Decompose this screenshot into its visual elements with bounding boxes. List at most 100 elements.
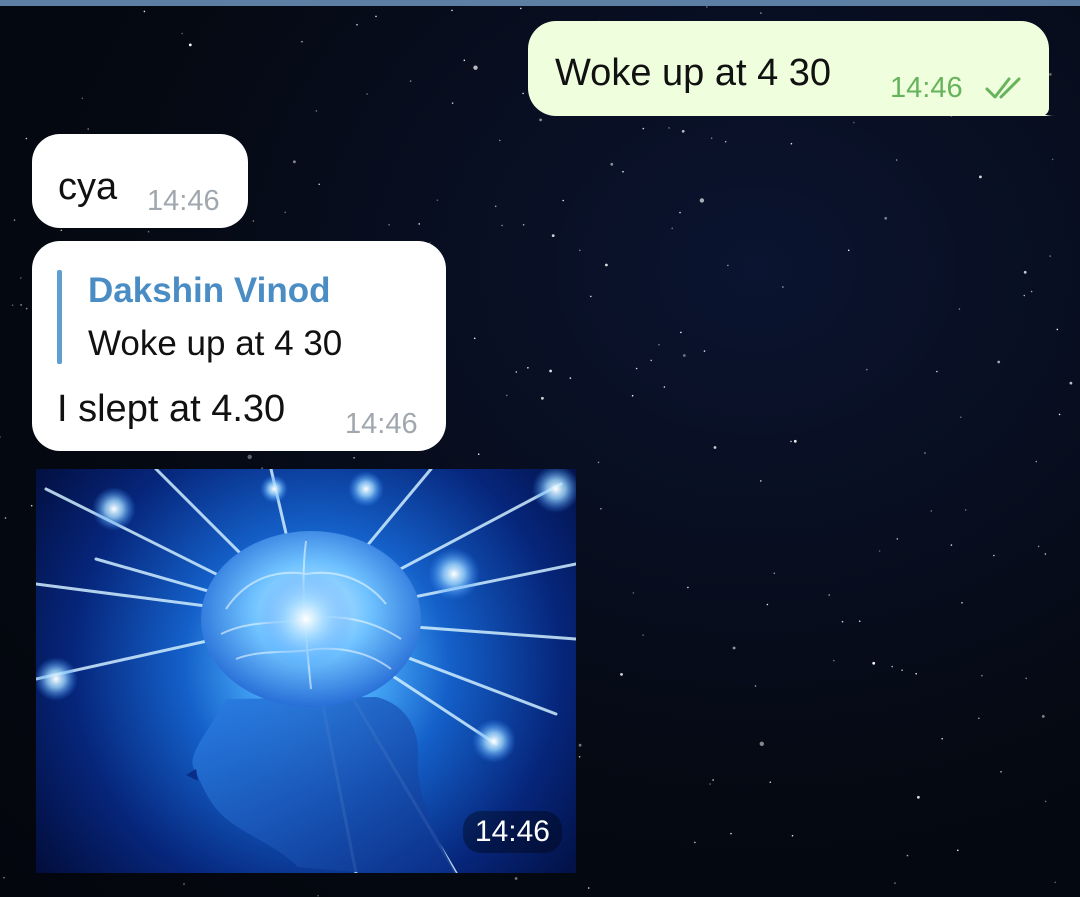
star bbox=[866, 368, 868, 371]
star bbox=[494, 205, 497, 208]
star bbox=[732, 646, 736, 650]
star bbox=[605, 263, 608, 267]
star bbox=[549, 369, 552, 373]
star bbox=[375, 15, 377, 18]
message-text: I slept at 4.30 bbox=[57, 388, 286, 430]
star bbox=[773, 572, 776, 575]
image-time: 14:46 bbox=[462, 811, 562, 853]
message-text: Woke up at 4 30 bbox=[555, 52, 832, 94]
star bbox=[252, 220, 255, 222]
star bbox=[884, 216, 888, 220]
star bbox=[315, 110, 318, 112]
star bbox=[847, 249, 850, 252]
star bbox=[0, 436, 1, 438]
star bbox=[961, 602, 963, 604]
star bbox=[293, 160, 296, 164]
star bbox=[1044, 553, 1047, 555]
star bbox=[724, 140, 727, 143]
star bbox=[1037, 545, 1040, 548]
star bbox=[703, 350, 706, 352]
star bbox=[833, 659, 835, 662]
star bbox=[318, 183, 321, 186]
star bbox=[730, 832, 732, 835]
star bbox=[713, 446, 717, 449]
star bbox=[930, 510, 933, 512]
star bbox=[587, 887, 590, 889]
star bbox=[473, 337, 476, 340]
star bbox=[642, 634, 644, 636]
double-check-icon bbox=[985, 77, 1021, 99]
star bbox=[790, 142, 793, 145]
star bbox=[506, 394, 508, 397]
star bbox=[353, 457, 355, 459]
star bbox=[1058, 413, 1061, 416]
star bbox=[578, 756, 581, 758]
star bbox=[782, 286, 784, 288]
star bbox=[4, 517, 7, 519]
star bbox=[936, 370, 938, 373]
star bbox=[760, 12, 762, 14]
star bbox=[81, 97, 84, 100]
star bbox=[650, 359, 652, 362]
star bbox=[694, 841, 696, 844]
star bbox=[514, 877, 518, 880]
header-edge bbox=[0, 0, 1080, 6]
star bbox=[1023, 270, 1027, 274]
star bbox=[997, 360, 1001, 364]
star bbox=[1041, 715, 1045, 718]
message-time: 14:46 bbox=[345, 408, 418, 440]
star bbox=[622, 170, 624, 173]
image-message[interactable]: 14:46 bbox=[36, 469, 576, 873]
star bbox=[663, 386, 666, 388]
star bbox=[915, 672, 917, 675]
outgoing-message-bubble[interactable]: Woke up at 4 30 14:46 bbox=[528, 21, 1049, 116]
star bbox=[147, 230, 150, 233]
star bbox=[539, 118, 542, 122]
star bbox=[1035, 460, 1038, 463]
star bbox=[409, 80, 412, 82]
message-time: 14:46 bbox=[890, 72, 963, 104]
star bbox=[578, 743, 582, 747]
star bbox=[759, 741, 764, 746]
star bbox=[978, 717, 980, 720]
star bbox=[527, 367, 529, 369]
star bbox=[579, 249, 581, 252]
star bbox=[25, 137, 28, 140]
star bbox=[960, 416, 962, 419]
star bbox=[680, 331, 682, 334]
star bbox=[709, 783, 711, 785]
star bbox=[473, 65, 478, 70]
star bbox=[979, 175, 982, 179]
star bbox=[30, 504, 33, 507]
star bbox=[1049, 255, 1051, 257]
star bbox=[188, 43, 192, 47]
star bbox=[597, 461, 600, 464]
star bbox=[143, 10, 146, 13]
star bbox=[418, 223, 421, 225]
star bbox=[754, 685, 757, 687]
star bbox=[790, 440, 792, 443]
star bbox=[569, 377, 572, 379]
star bbox=[356, 23, 358, 26]
star bbox=[631, 394, 634, 397]
star bbox=[957, 849, 959, 852]
incoming-message-bubble[interactable]: cya 14:46 bbox=[32, 134, 248, 228]
star bbox=[668, 127, 670, 129]
star bbox=[87, 128, 89, 130]
star bbox=[853, 121, 855, 124]
star bbox=[793, 439, 797, 443]
star bbox=[981, 674, 983, 677]
star bbox=[301, 40, 303, 43]
star bbox=[60, 229, 63, 232]
star bbox=[20, 277, 22, 279]
reply-accent-bar bbox=[57, 270, 62, 364]
star bbox=[891, 665, 893, 668]
star bbox=[562, 199, 564, 202]
star bbox=[1000, 771, 1002, 773]
incoming-reply-bubble[interactable]: Dakshin Vinod Woke up at 4 30 I slept at… bbox=[32, 241, 446, 451]
star bbox=[451, 9, 453, 12]
star bbox=[600, 507, 602, 510]
star bbox=[541, 396, 544, 400]
star bbox=[791, 834, 794, 837]
star bbox=[451, 102, 454, 104]
